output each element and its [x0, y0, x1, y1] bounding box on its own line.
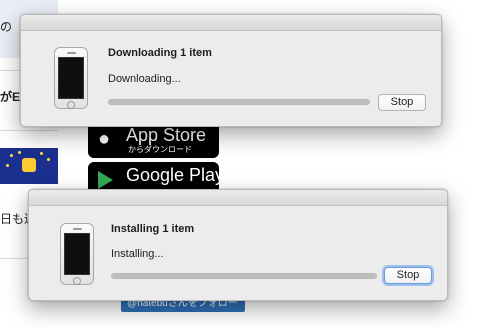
download-progress-bar	[108, 99, 370, 105]
download-progress-fill	[109, 100, 369, 104]
app-store-title: App Store	[126, 125, 207, 145]
iphone-icon	[54, 47, 88, 109]
install-status: Installing...	[111, 248, 164, 260]
google-play-icon	[98, 171, 113, 189]
download-stop-button[interactable]: Stop	[378, 94, 426, 111]
apple-icon: ●	[98, 128, 111, 150]
download-dialog: Downloading 1 item Downloading... Stop	[20, 14, 442, 127]
app-store-badge[interactable]: ● App Store からダウンロード	[88, 122, 219, 158]
install-progress-fill	[112, 274, 376, 278]
install-progress-bar	[111, 273, 377, 279]
divider	[0, 130, 58, 131]
dialog-titlebar[interactable]	[29, 190, 447, 206]
dialog-titlebar[interactable]	[21, 15, 441, 31]
install-stop-button[interactable]: Stop	[384, 267, 432, 284]
download-status: Downloading...	[108, 73, 181, 85]
install-title: Installing 1 item	[111, 223, 195, 235]
google-play-title: Google Play	[126, 165, 219, 185]
iphone-icon	[60, 223, 94, 285]
download-title: Downloading 1 item	[108, 47, 212, 59]
eu-article-thumbnail[interactable]	[0, 148, 58, 184]
install-dialog: Installing 1 item Installing... Stop	[28, 189, 448, 301]
lock-icon	[22, 158, 36, 172]
app-store-subtitle: からダウンロード	[128, 145, 192, 154]
